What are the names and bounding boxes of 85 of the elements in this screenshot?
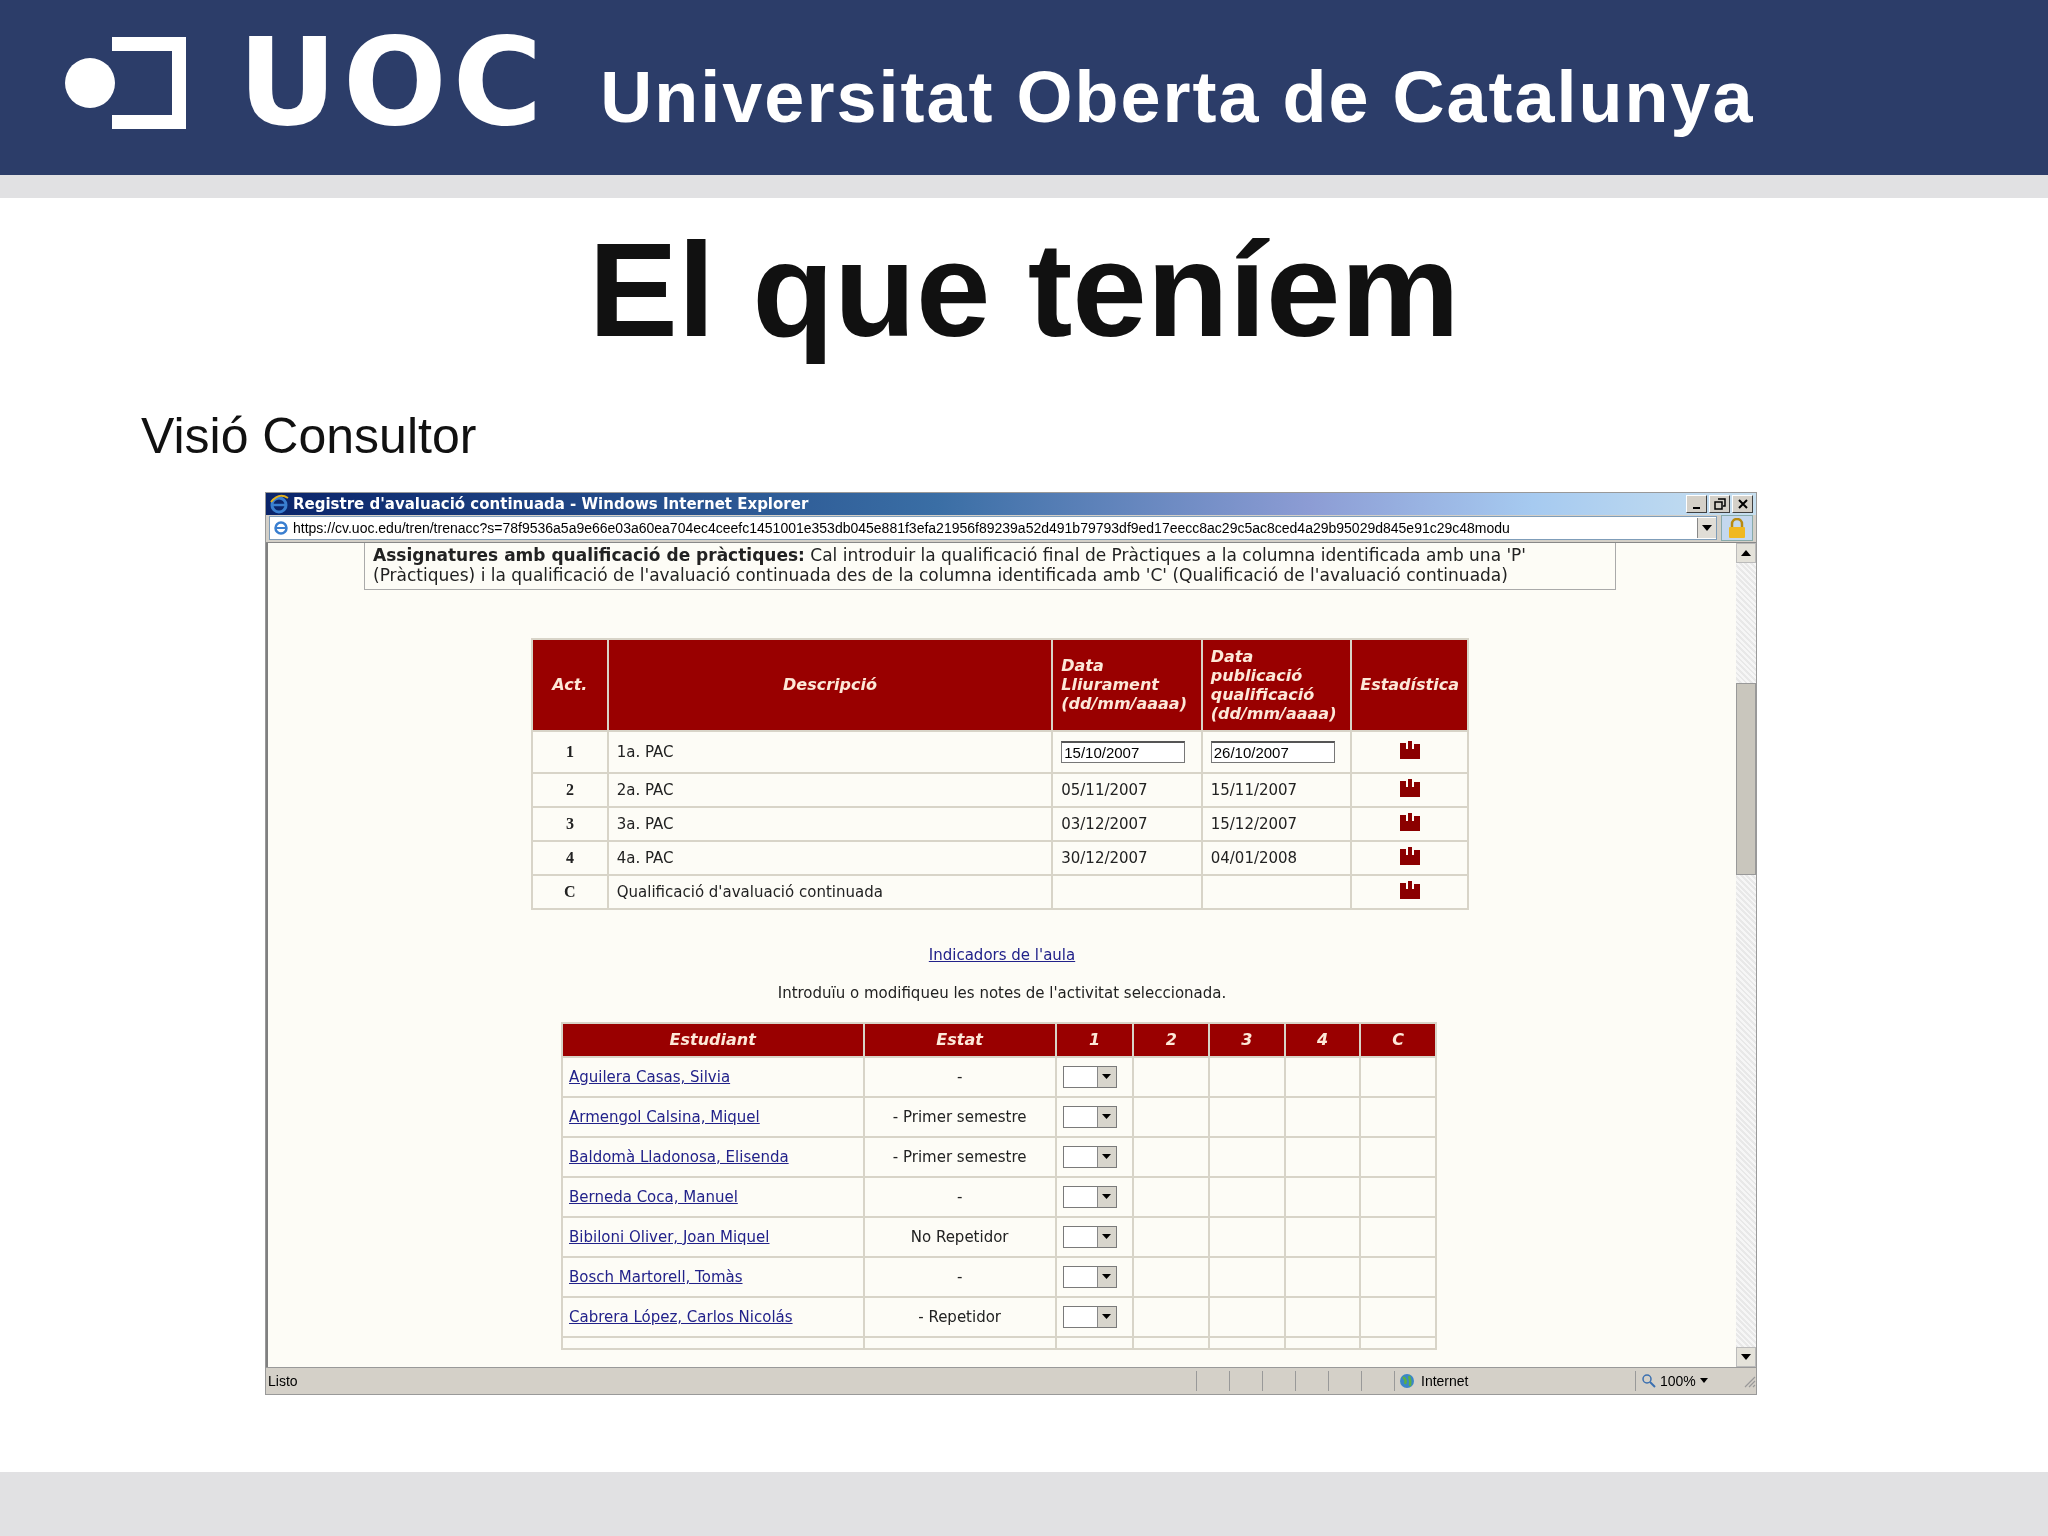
table-cell: 15/12/2007 xyxy=(1201,806,1352,841)
column-header: 3 xyxy=(1209,1022,1285,1057)
grade-select[interactable] xyxy=(1062,1105,1117,1128)
restore-icon xyxy=(1713,497,1726,510)
caret-icon xyxy=(1102,1274,1112,1280)
table-cell: - xyxy=(863,1176,1056,1217)
restore-button[interactable] xyxy=(1709,494,1730,513)
browser-icon xyxy=(269,493,289,514)
logo-text: UOC xyxy=(238,20,549,143)
table-cell: - Primer semestre xyxy=(863,1096,1056,1137)
table-cell: 3a. PAC xyxy=(607,806,1053,841)
date-field[interactable]: 15/10/2007 xyxy=(1061,740,1186,763)
scroll-up-icon xyxy=(1741,549,1751,556)
table-cell: 03/12/2007 xyxy=(1052,806,1202,841)
column-header: Descripció xyxy=(607,638,1053,731)
table-cell: 4 xyxy=(532,840,608,875)
dropdown-button[interactable] xyxy=(1697,518,1716,539)
table-cell: Qualificació d'avaluació continuada xyxy=(607,874,1053,909)
column-header: Data Lliurament (dd/mm/aaaa) xyxy=(1052,638,1202,731)
grade-select[interactable] xyxy=(1062,1145,1117,1168)
chart-icon[interactable] xyxy=(1399,778,1420,797)
caret-icon xyxy=(1102,1234,1112,1240)
table-cell: 2a. PAC xyxy=(607,772,1053,807)
chart-icon[interactable] xyxy=(1399,880,1420,899)
column-header: Estadística xyxy=(1351,638,1468,731)
zoom-icon xyxy=(1642,1373,1656,1388)
grade-select[interactable] xyxy=(1062,1185,1117,1208)
close-icon xyxy=(1736,497,1749,510)
table-cell: - Repetidor xyxy=(863,1296,1056,1337)
notice-text: Assignatures amb qualificació de pràctiques: Cal introduir la qualificació final de Pràctiques a la columna identificada amb una 'P' (Pràctiques) i la qualificació de l'avaluació continuada des de la columna identificada amb 'C' (Qualificació de l'avaluació continuada) xyxy=(364,542,1616,590)
column-header: Act. xyxy=(532,638,608,731)
table-cell: 05/11/2007 xyxy=(1052,772,1202,807)
table-cell: C xyxy=(532,874,608,909)
globe-icon xyxy=(1399,1372,1415,1389)
caret-icon xyxy=(1102,1194,1112,1200)
table-cell: 30/12/2007 xyxy=(1052,840,1202,875)
table-cell: 3 xyxy=(532,806,608,841)
column-header: Data publicació qualificació (dd/mm/aaaa) xyxy=(1201,638,1352,731)
scroll-down-icon xyxy=(1741,1353,1751,1360)
page-icon xyxy=(273,520,289,537)
minimize-button[interactable] xyxy=(1686,494,1707,513)
caret-icon xyxy=(1699,1378,1708,1384)
date-field[interactable]: 26/10/2007 xyxy=(1210,740,1335,763)
window-title: Registre d'avaluació continuada - Windows Internet Explorer xyxy=(293,494,810,513)
address-field[interactable]: https://cv.uoc.edu/tren/trenacc?s=78f9536a5a9e66e03a60ea704ec4ceefc1451001e353db045e881f3efa21956f89239a52d491b79793df9ed17eecc8ac29c5ac8ced4a29b95029d845e91c29c48modu xyxy=(269,516,1717,541)
grade-select[interactable] xyxy=(1062,1305,1117,1328)
caret-icon xyxy=(1102,1074,1112,1080)
chart-icon[interactable] xyxy=(1399,812,1420,831)
table-cell: No Repetidor xyxy=(863,1216,1056,1257)
chart-icon[interactable] xyxy=(1399,740,1420,759)
table-cell: 2 xyxy=(532,772,608,807)
column-header: 4 xyxy=(1284,1022,1361,1057)
close-button[interactable] xyxy=(1732,494,1753,513)
zone-text: Internet xyxy=(1421,1372,1469,1389)
status-text: Listo xyxy=(267,1372,299,1389)
table-cell: 15/11/2007 xyxy=(1201,772,1352,807)
slide-subtitle: Visió Consultor xyxy=(141,408,478,464)
grade-select[interactable] xyxy=(1062,1265,1117,1288)
table-cell: - xyxy=(863,1256,1056,1297)
instruction-text: Introduïu o modifiqueu les notes de l'activitat seleccionada. xyxy=(777,983,1227,1002)
minimize-icon xyxy=(1693,506,1700,509)
chart-icon[interactable] xyxy=(1399,846,1420,865)
grade-select[interactable] xyxy=(1062,1065,1117,1088)
column-header: Estudiant xyxy=(562,1022,864,1057)
column-header: 1 xyxy=(1055,1022,1134,1057)
lock-icon xyxy=(1728,518,1746,539)
caret-icon xyxy=(1102,1154,1112,1160)
column-header: 2 xyxy=(1133,1022,1209,1057)
table-cell: 1a. PAC xyxy=(607,730,1053,773)
caret-icon xyxy=(1102,1314,1112,1320)
table-cell: 04/01/2008 xyxy=(1201,840,1352,875)
column-header: C xyxy=(1360,1022,1436,1057)
table-cell: 1 xyxy=(532,730,608,773)
table-cell: - xyxy=(863,1056,1056,1097)
indicators-link[interactable]: Indicadors de l'aula xyxy=(928,945,1076,964)
institution-name: Universitat Oberta de Catalunya xyxy=(600,55,1755,138)
table-cell: 4a. PAC xyxy=(607,840,1053,875)
scroll-thumb[interactable] xyxy=(1736,682,1756,875)
zoom-control[interactable]: 100% xyxy=(1635,1370,1738,1391)
table-cell: - Primer semestre xyxy=(863,1136,1056,1177)
grade-select[interactable] xyxy=(1062,1225,1117,1248)
column-header: Estat xyxy=(863,1022,1056,1057)
caret-icon xyxy=(1702,525,1712,532)
caret-icon xyxy=(1102,1114,1112,1120)
scrollbar[interactable] xyxy=(1736,542,1756,1367)
